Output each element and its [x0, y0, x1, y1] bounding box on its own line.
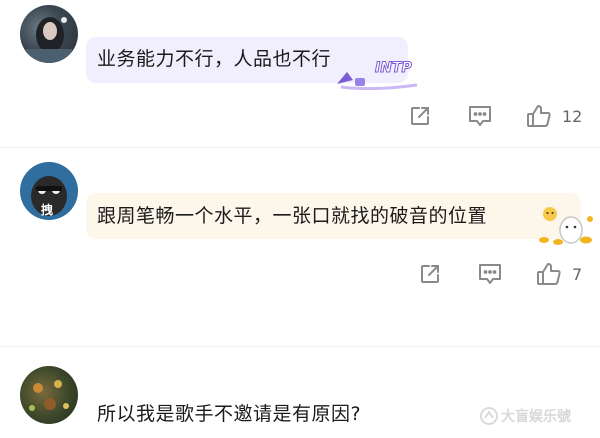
comment-icon — [469, 106, 491, 126]
comment-text: 所以我是歌手不邀请是有原因? — [97, 403, 362, 425]
watermark-text: 大盲娱乐號 — [501, 409, 571, 425]
avatar[interactable] — [20, 5, 78, 63]
divider — [0, 346, 600, 347]
thumbs-up-icon — [527, 105, 551, 127]
comment-text: 跟周笔畅一个水平，一张口就找的破音的位置 — [97, 205, 488, 227]
reply-button[interactable] — [477, 262, 503, 286]
like-button[interactable]: 7 — [536, 261, 582, 287]
comment-icon — [479, 264, 501, 284]
comment-text: 业务能力不行，人品也不行 — [97, 48, 332, 70]
like-count: 12 — [562, 106, 583, 126]
intp-sticker: INTP — [333, 58, 423, 91]
watermark-logo-icon — [480, 407, 498, 425]
watermark: 大盲娱乐號 — [480, 406, 571, 426]
like-button[interactable]: 12 — [526, 103, 582, 129]
divider — [0, 147, 600, 148]
share-icon — [411, 107, 429, 125]
intp-sticker-text: INTP — [375, 60, 413, 77]
reply-button[interactable] — [467, 104, 493, 128]
emoji-sticker — [538, 200, 596, 246]
share-button[interactable] — [418, 262, 442, 286]
avatar[interactable] — [20, 366, 78, 424]
share-icon — [421, 265, 439, 283]
avatar-label: 拽 — [41, 203, 54, 217]
thumbs-up-icon — [537, 263, 561, 285]
like-count: 7 — [572, 264, 583, 284]
avatar[interactable]: 拽 — [20, 162, 78, 220]
share-button[interactable] — [408, 104, 432, 128]
